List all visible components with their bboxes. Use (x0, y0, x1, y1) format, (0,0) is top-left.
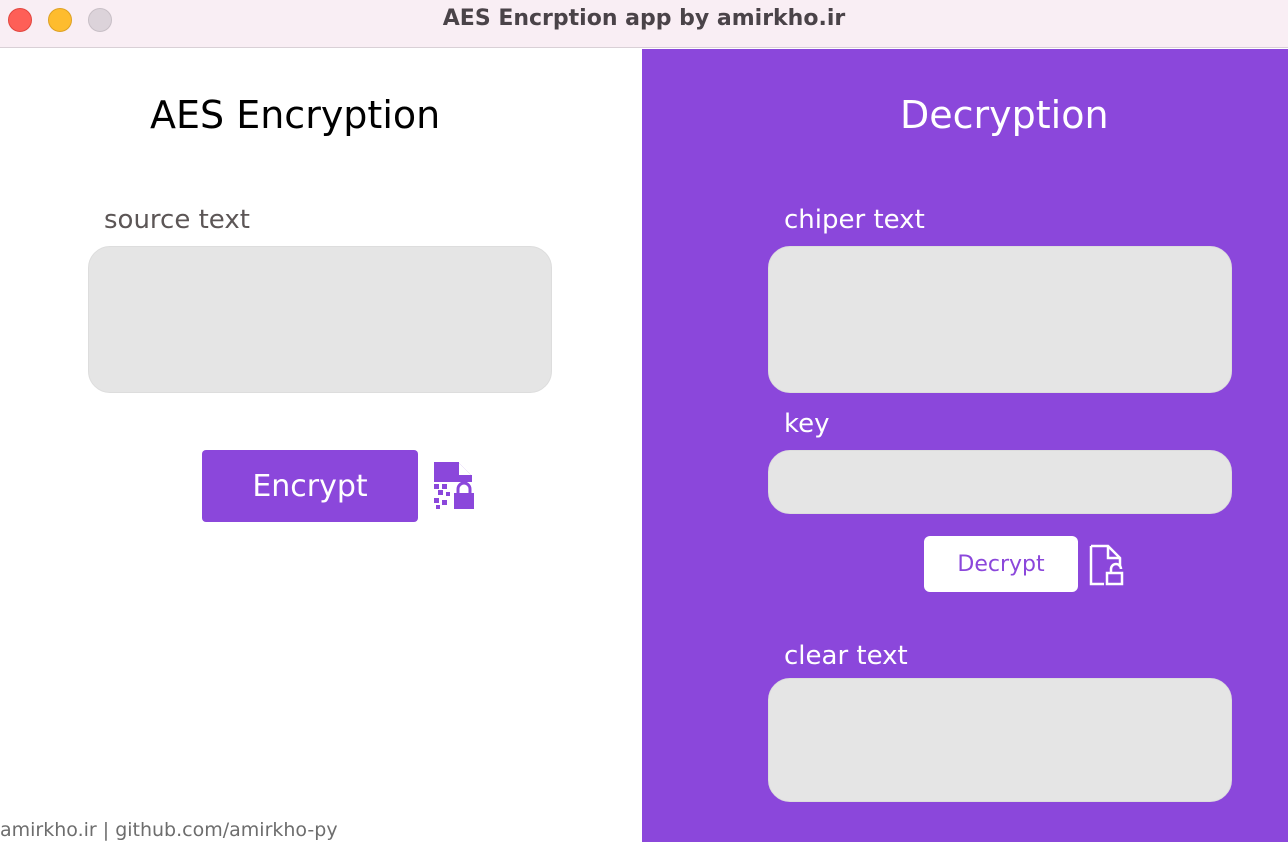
source-text-input[interactable] (88, 246, 552, 393)
key-input[interactable] (768, 450, 1232, 514)
encryption-heading: AES Encryption (150, 93, 441, 137)
clear-text-label: clear text (784, 641, 908, 671)
encrypt-button[interactable]: Encrypt (202, 450, 418, 522)
source-text-label: source text (104, 205, 250, 235)
file-unlock-icon (1088, 543, 1124, 592)
cipher-text-label: chiper text (784, 205, 925, 235)
footer-credit: amirkho.ir | github.com/amirkho-py (0, 819, 338, 841)
cipher-text-input[interactable] (768, 246, 1232, 393)
key-label: key (784, 409, 830, 439)
encryption-panel: AES Encryption source text Encrypt amirk… (0, 49, 642, 842)
window-title: AES Encrption app by amirkho.ir (442, 6, 846, 31)
decryption-heading: Decryption (900, 93, 1109, 137)
title-bar: AES Encrption app by amirkho.ir (0, 0, 1288, 48)
decryption-panel: Decryption chiper text key Decrypt clear… (642, 49, 1288, 842)
decrypt-button[interactable]: Decrypt (924, 536, 1078, 592)
clear-text-output[interactable] (768, 678, 1232, 802)
app-window: AES Encrption app by amirkho.ir AES Encr… (0, 0, 1288, 842)
file-encrypt-lock-icon (432, 460, 476, 515)
